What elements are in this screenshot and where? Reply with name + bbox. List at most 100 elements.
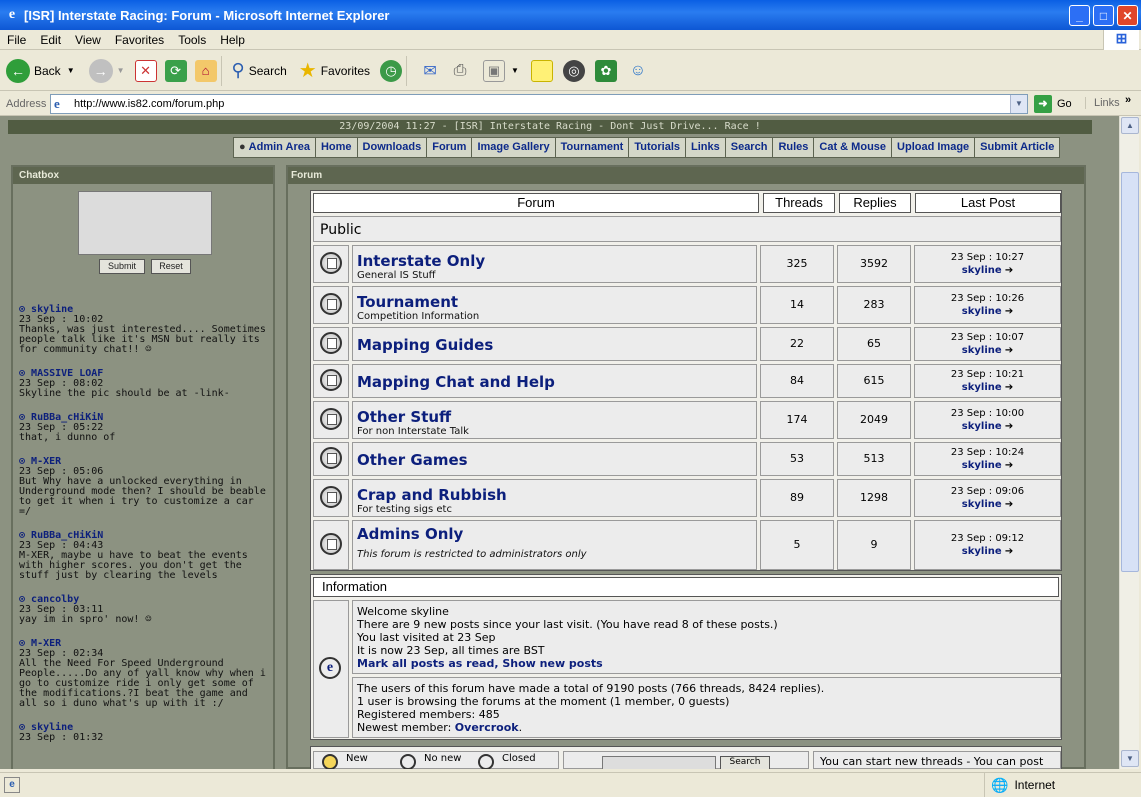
nav-admin-area[interactable]: ● Admin Area [234, 138, 316, 157]
last-post-user-link[interactable]: skyline [962, 546, 1002, 557]
forum-icon-cell [313, 520, 349, 570]
show-new-posts-link[interactable]: Show new posts [502, 657, 602, 670]
chat-message-input[interactable] [78, 191, 212, 255]
notes-icon[interactable] [530, 59, 553, 82]
reply-count: 513 [837, 442, 911, 476]
forum-folder-icon [320, 447, 342, 469]
nav-submit-article[interactable]: Submit Article [975, 138, 1059, 157]
forum-name-cell: Other Games [352, 442, 757, 476]
chat-reset-button[interactable]: Reset [151, 259, 191, 274]
menu-tools[interactable]: Tools [171, 33, 213, 47]
forum-icon-cell [313, 479, 349, 517]
forum-search-button[interactable]: Search [720, 756, 770, 769]
forum-link[interactable]: Interstate Only [357, 252, 752, 270]
menu-view[interactable]: View [68, 33, 108, 47]
menu-edit[interactable]: Edit [33, 33, 68, 47]
nav-cat-mouse[interactable]: Cat & Mouse [814, 138, 893, 157]
forum-link[interactable]: Mapping Chat and Help [357, 373, 752, 391]
last-post-user-link[interactable]: skyline [962, 265, 1002, 276]
minimize-button[interactable]: _ [1069, 5, 1090, 26]
go-button[interactable]: ➜ Go [1034, 95, 1072, 113]
address-dropdown-icon[interactable]: ▼ [1010, 95, 1027, 113]
info-icon: e [319, 657, 341, 679]
chat-message: ⊙ M-XER 23 Sep : 05:06 But Why have a unlo… [19, 457, 271, 517]
last-post-user-link[interactable]: skyline [962, 421, 1002, 432]
last-post-author: skyline ➔ [915, 459, 1060, 472]
scroll-up-icon[interactable]: ▲ [1121, 117, 1139, 134]
forum-link[interactable]: Mapping Guides [357, 336, 752, 354]
nav-tutorials[interactable]: Tutorials [629, 138, 686, 157]
goto-post-icon[interactable]: ➔ [1002, 345, 1013, 356]
vertical-scrollbar[interactable]: ▲ ▼ [1119, 116, 1139, 769]
back-button[interactable]: ← Back ▼ [6, 58, 75, 83]
goto-post-icon[interactable]: ➔ [1002, 265, 1013, 276]
chat-text: All the Need For Speed Underground Peopl… [19, 658, 266, 709]
nav-forum[interactable]: Forum [427, 138, 473, 157]
mail-icon[interactable]: ✉ [419, 60, 441, 82]
newest-member-link[interactable]: Overcrook [455, 721, 519, 734]
menu-help[interactable]: Help [213, 33, 252, 47]
last-post-user-link[interactable]: skyline [962, 306, 1002, 317]
scroll-down-icon[interactable]: ▼ [1121, 750, 1139, 767]
menu-favorites[interactable]: Favorites [108, 33, 171, 47]
print-icon[interactable]: ⎙ [449, 60, 471, 82]
last-post-user-link[interactable]: skyline [962, 345, 1002, 356]
links-label[interactable]: Links [1085, 97, 1120, 109]
zone-label: Internet [1014, 778, 1056, 792]
refresh-icon[interactable]: ⟳ [164, 59, 187, 82]
last-post-user-link[interactable]: skyline [962, 460, 1002, 471]
forward-button[interactable]: → ▼ [88, 58, 125, 83]
forum-link[interactable]: Tournament [357, 293, 752, 311]
goto-post-icon[interactable]: ➔ [1002, 499, 1013, 510]
search-button[interactable]: ⚲ Search [232, 60, 287, 81]
mark-read-link[interactable]: Mark all posts as read [357, 657, 494, 670]
menu-file[interactable]: File [0, 33, 33, 47]
goto-post-icon[interactable]: ➔ [1002, 421, 1013, 432]
icq-icon[interactable]: ✿ [594, 59, 617, 82]
dropdown-arrow-icon[interactable]: ▼ [511, 66, 519, 75]
forum-icon-cell [313, 286, 349, 324]
goto-post-icon[interactable]: ➔ [1002, 546, 1013, 557]
nav-upload-image[interactable]: Upload Image [892, 138, 976, 157]
col-forum: Forum [313, 193, 759, 213]
nav-downloads[interactable]: Downloads [358, 138, 428, 157]
chat-submit-button[interactable]: Submit [99, 259, 145, 274]
goto-post-icon[interactable]: ➔ [1002, 306, 1013, 317]
history-icon[interactable]: ◷ [380, 59, 403, 82]
nav-image-gallery[interactable]: Image Gallery [472, 138, 556, 157]
scroll-thumb[interactable] [1121, 172, 1139, 572]
stop-icon[interactable]: ✕ [134, 59, 157, 82]
favorites-button[interactable]: ★ Favorites [299, 58, 370, 83]
nav-search[interactable]: Search [726, 138, 774, 157]
last-post-author: skyline ➔ [915, 305, 1060, 318]
legend-new: New [346, 753, 368, 764]
research-icon[interactable]: ◎ [562, 59, 585, 82]
address-input[interactable]: e http://www.is82.com/forum.php ▼ [50, 94, 1028, 114]
maximize-button[interactable]: □ [1093, 5, 1114, 26]
nav-rules[interactable]: Rules [773, 138, 815, 157]
forum-folder-icon [320, 252, 342, 274]
forum-search-input[interactable] [602, 756, 716, 769]
goto-post-icon[interactable]: ➔ [1002, 460, 1013, 471]
chat-text: M-XER, maybe u have to beat the events w… [19, 550, 248, 581]
edit-icon[interactable]: ▣ [483, 59, 506, 82]
forum-folder-icon [320, 332, 342, 354]
messenger-icon[interactable]: ☺ [627, 60, 649, 82]
last-post-user-link[interactable]: skyline [962, 382, 1002, 393]
forum-link[interactable]: Admins Only [357, 525, 752, 543]
welcome-text: Welcome skyline [357, 605, 449, 618]
nav-tournament[interactable]: Tournament [556, 138, 630, 157]
nav-links[interactable]: Links [686, 138, 726, 157]
chevron-icon[interactable]: » [1125, 94, 1131, 106]
home-icon[interactable]: ⌂ [194, 59, 217, 82]
last-post-cell: 23 Sep : 10:07 skyline ➔ [914, 327, 1061, 361]
dropdown-arrow-icon[interactable]: ▼ [67, 66, 75, 75]
goto-post-icon[interactable]: ➔ [1002, 382, 1013, 393]
nav-home[interactable]: Home [316, 138, 358, 157]
close-window-button[interactable]: ✕ [1117, 5, 1138, 26]
forum-link[interactable]: Other Stuff [357, 408, 752, 426]
forum-link[interactable]: Crap and Rubbish [357, 486, 752, 504]
last-post-user-link[interactable]: skyline [962, 499, 1002, 510]
chat-message: ⊙ M-XER 23 Sep : 02:34 All the Need For Sp… [19, 639, 271, 709]
forum-link[interactable]: Other Games [357, 451, 752, 469]
